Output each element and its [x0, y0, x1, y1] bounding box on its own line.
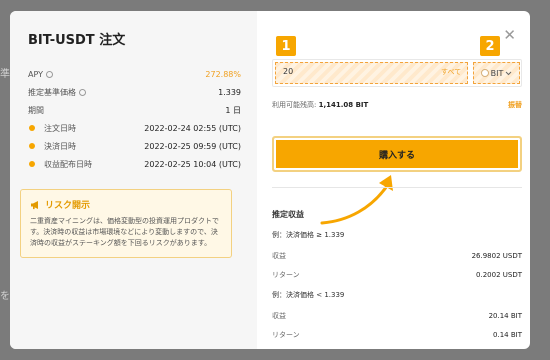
row-label: リターン: [272, 270, 300, 279]
coin-label: BIT: [490, 68, 504, 78]
close-icon[interactable]: ✕: [503, 28, 516, 43]
bit-coin-icon: [480, 69, 489, 77]
row-label: リターン: [272, 330, 300, 339]
reference-price-label: 推定基準価格: [28, 87, 76, 97]
payout-time-value: 2022-02-25 10:04 (UTC): [144, 159, 241, 169]
row-value: 0.14 BIT: [493, 330, 522, 339]
risk-disclosure: リスク開示 二重資産マイニングは、価格変動型の投資運用プロダクトです。決済時の収…: [20, 189, 232, 258]
max-all-button[interactable]: すべて: [441, 67, 461, 77]
modal-title: BIT-USDT 注文: [28, 33, 126, 48]
row-label: 収益: [272, 251, 286, 260]
order-form-panel: ✕ 1 2 20 すべて BIT 利用可能残高: 1,141.08 BIT 振替…: [257, 11, 530, 349]
available-label: 利用可能残高:: [272, 101, 317, 109]
row-label: 収益: [272, 311, 286, 320]
apy-value: 272.88%: [205, 69, 241, 79]
settlement-time-row: 決済日時 2022-02-25 09:59 (UTC): [28, 137, 241, 155]
order-modal: BIT-USDT 注文 APY 272.88% 推定基準価格 1.339 期間 …: [10, 11, 530, 349]
settlement-time-value: 2022-02-25 09:59 (UTC): [144, 141, 241, 151]
step-badge-2: 2: [480, 36, 500, 56]
amount-input-value: 20: [283, 67, 294, 76]
apy-row: APY 272.88%: [28, 65, 241, 83]
reference-price-row: 推定基準価格 1.339: [28, 83, 241, 101]
order-summary-panel: BIT-USDT 注文 APY 272.88% 推定基準価格 1.339 期間 …: [10, 11, 257, 349]
apy-label: APY: [28, 69, 44, 79]
step-badge-1: 1: [276, 36, 296, 56]
available-value: 1,141.08 BIT: [318, 101, 369, 109]
example-heading: 例：決済価格 ≥ 1.339: [272, 231, 345, 239]
available-balance: 利用可能残高: 1,141.08 BIT 振替: [272, 100, 522, 110]
reference-price-value: 1.339: [218, 87, 241, 97]
estimated-returns: 推定収益 例：決済価格 ≥ 1.339 収益 26.9802 USDT リターン…: [272, 199, 522, 349]
row-value: 20.14 BIT: [488, 311, 522, 320]
transfer-link[interactable]: 振替: [508, 100, 522, 110]
timeline-dot-icon: [29, 143, 35, 149]
chevron-down-icon: [506, 71, 512, 75]
amount-input-group: 20 すべて BIT: [272, 59, 522, 87]
example-heading: 例：決済価格 < 1.339: [272, 291, 345, 299]
order-time-value: 2022-02-24 02:55 (UTC): [144, 123, 241, 133]
risk-title: リスク開示: [45, 201, 91, 211]
duration-value: 1 日: [225, 105, 241, 115]
divider: [272, 187, 522, 188]
example-row: 収益 20.14 BIT: [272, 306, 522, 325]
coin-selector[interactable]: BIT: [473, 62, 520, 84]
example-row: リターン 0.14 BIT: [272, 325, 522, 344]
row-value: 0.2002 USDT: [476, 270, 522, 279]
timeline-dot-icon: [29, 125, 35, 131]
settlement-time-label: 決済日時: [44, 141, 76, 151]
row-value: 26.9802 USDT: [471, 251, 522, 260]
background-text: を: [0, 291, 10, 302]
megaphone-icon: [31, 200, 38, 209]
example-row: 収益 26.9802 USDT: [272, 246, 522, 265]
estimate-title: 推定収益: [272, 210, 304, 219]
duration-row: 期間 1 日: [28, 101, 241, 119]
risk-body: 二重資産マイニングは、価格変動型の投資運用プロダクトです。決済時の収益は市場環境…: [30, 217, 219, 247]
payout-time-label: 収益配布日時: [44, 159, 92, 169]
order-time-row: 注文日時 2022-02-24 02:55 (UTC): [28, 119, 241, 137]
timeline-dot-icon: [29, 161, 35, 167]
example-row: リターン 0.2002 USDT: [272, 265, 522, 284]
amount-input[interactable]: [275, 62, 468, 84]
duration-label: 期間: [28, 105, 44, 115]
order-time-label: 注文日時: [44, 123, 76, 133]
info-icon[interactable]: [79, 88, 86, 96]
info-icon[interactable]: [46, 70, 54, 78]
payout-time-row: 収益配布日時 2022-02-25 10:04 (UTC): [28, 155, 241, 173]
